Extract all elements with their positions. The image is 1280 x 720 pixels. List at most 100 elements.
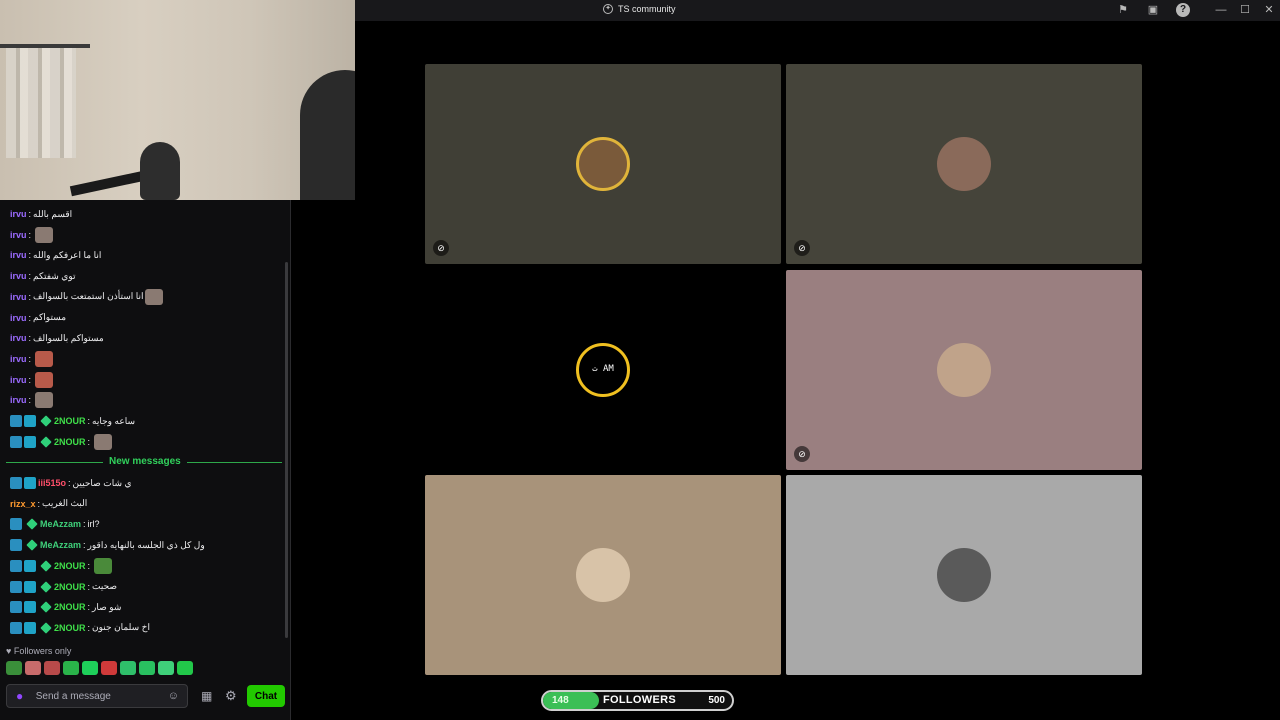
chat-badge-icon[interactable] (24, 435, 36, 448)
chat-username[interactable]: 2NOUR (54, 623, 86, 633)
chat-badge-icon[interactable] (10, 580, 22, 593)
chat-scrollbar[interactable] (285, 262, 288, 638)
emote-icon[interactable] (82, 661, 98, 675)
maximize-button[interactable]: ☐ (1235, 2, 1255, 18)
chat-badge-icon[interactable] (40, 560, 52, 572)
participant-5-tile[interactable] (425, 475, 781, 675)
chat-username[interactable]: irvu (10, 209, 27, 219)
chat-username[interactable]: MeAzzam (40, 540, 81, 550)
chat-message: rizx_x: البث الغريب (10, 495, 87, 513)
chat-username[interactable]: 2NOUR (54, 582, 86, 592)
chat-username[interactable]: 2NOUR (54, 602, 86, 612)
chat-button[interactable]: Chat (247, 685, 285, 707)
chat-username[interactable]: irvu (10, 271, 27, 281)
chat-panel: irvu: اقسم بالله irvu: irvu: انا ما اعرفكم و… (0, 200, 291, 720)
chat-username[interactable]: 2NOUR (54, 561, 86, 571)
emote-icon[interactable] (139, 661, 155, 675)
cat-emote[interactable] (35, 226, 54, 243)
chat-badge-icon[interactable] (40, 580, 52, 593)
emoji-picker-icon[interactable]: ☺ (168, 690, 179, 702)
frog-emote[interactable] (94, 557, 113, 574)
microphone-icon[interactable]: ● (16, 689, 24, 703)
red-face-emote[interactable] (35, 350, 54, 367)
chat-badge-icon[interactable] (40, 436, 52, 448)
message-input[interactable] (35, 690, 168, 702)
chat-badge-icon[interactable] (26, 539, 38, 551)
face-emote[interactable] (145, 288, 164, 305)
chat-badge-icon[interactable] (40, 415, 52, 427)
chat-badge-icon[interactable] (10, 435, 22, 448)
chat-message: 2NOUR: صحيت (10, 578, 117, 596)
chat-username[interactable]: 2NOUR (54, 416, 86, 426)
emote-icon[interactable] (101, 661, 117, 675)
chat-badge-icon[interactable] (24, 580, 36, 593)
chat-separator: : (83, 540, 86, 551)
participant-3-tile[interactable]: ت AM (425, 270, 781, 470)
chat-badge-icon[interactable] (40, 601, 52, 613)
chat-username[interactable]: irvu (10, 354, 27, 364)
followers-goal-bar: 148 FOLLOWERS 500 (541, 690, 734, 711)
chat-message: irvu: (10, 350, 54, 368)
screen-icon[interactable]: ▣ (1146, 3, 1160, 17)
man-emote[interactable] (35, 392, 54, 409)
chat-username[interactable]: irvu (10, 292, 27, 302)
chat-badge-icon[interactable] (24, 601, 36, 614)
dog-emote[interactable] (94, 433, 113, 450)
chat-badge-icon[interactable] (10, 601, 22, 614)
chat-separator: : (28, 312, 32, 323)
participant-2-tile[interactable]: ⊘ (786, 64, 1142, 264)
emote-icon[interactable] (63, 661, 79, 675)
flag-icon[interactable]: ⚑ (1116, 3, 1130, 17)
chat-badge-icon[interactable] (10, 559, 22, 572)
chat-username[interactable]: irvu (10, 333, 27, 343)
chat-badge-icon[interactable] (24, 559, 36, 572)
chat-badge-icon[interactable] (10, 621, 22, 634)
emote-icon[interactable] (177, 661, 193, 675)
chat-username[interactable]: iii515o (38, 478, 66, 488)
followers-label: FOLLOWERS (603, 694, 676, 706)
participant-1-tile[interactable]: ⊘ (425, 64, 781, 264)
red-face-emote[interactable] (35, 371, 54, 388)
participant-6-tile[interactable] (786, 475, 1142, 675)
chat-badge-icon[interactable] (10, 415, 22, 427)
chat-message: irvu: اقسم بالله (10, 205, 72, 223)
chat-message: iii515o: ي شات صاحيين (10, 474, 132, 492)
close-button[interactable]: ✕ (1259, 2, 1279, 18)
chat-badge-icon[interactable] (24, 477, 36, 489)
chat-text: صحيت (92, 581, 118, 591)
chat-username[interactable]: irvu (10, 230, 27, 240)
chat-username[interactable]: 2NOUR (54, 437, 86, 447)
chat-badge-icon[interactable] (10, 477, 22, 489)
chat-username[interactable]: irvu (10, 250, 27, 260)
participant-4-tile[interactable]: ⊘ (786, 270, 1142, 470)
emote-icon[interactable] (158, 661, 174, 675)
chat-badge-icon[interactable] (10, 539, 22, 552)
avatar: ت AM (576, 343, 630, 397)
emote-icon[interactable] (120, 661, 136, 675)
emote-icon[interactable] (6, 661, 22, 675)
chat-message: irvu: انا ما اعرفكم والله (10, 246, 101, 264)
chat-badge-icon[interactable] (10, 518, 22, 531)
emote-icon[interactable] (44, 661, 60, 675)
chat-username[interactable]: irvu (10, 375, 27, 385)
store-icon[interactable]: ▦ (201, 689, 212, 703)
chat-badge-icon[interactable] (24, 415, 36, 427)
followers-only-label: Followers only (13, 646, 72, 656)
chat-badge-icon[interactable] (24, 621, 36, 634)
chat-badge-icon[interactable] (40, 622, 52, 634)
chat-badge-icon[interactable] (26, 518, 38, 531)
emote-icon[interactable] (25, 661, 41, 675)
send-message-box[interactable]: ● ☺ (6, 684, 188, 708)
chat-username[interactable]: MeAzzam (40, 519, 81, 529)
emote-bar[interactable] (6, 661, 193, 675)
chat-text: اخ سلمان جنون (92, 622, 150, 633)
chat-username[interactable]: irvu (10, 313, 27, 323)
minimize-button[interactable]: — (1211, 2, 1231, 18)
gear-icon[interactable]: ⚙ (225, 688, 237, 704)
chat-text: ول كل ذي الجلسه بالنهايه داقور (87, 539, 205, 550)
help-icon[interactable]: ? (1176, 3, 1190, 17)
chat-separator: : (28, 291, 32, 302)
chat-message: irvu: (10, 371, 54, 389)
chat-username[interactable]: irvu (10, 395, 27, 405)
chat-username[interactable]: rizx_x (10, 499, 36, 509)
